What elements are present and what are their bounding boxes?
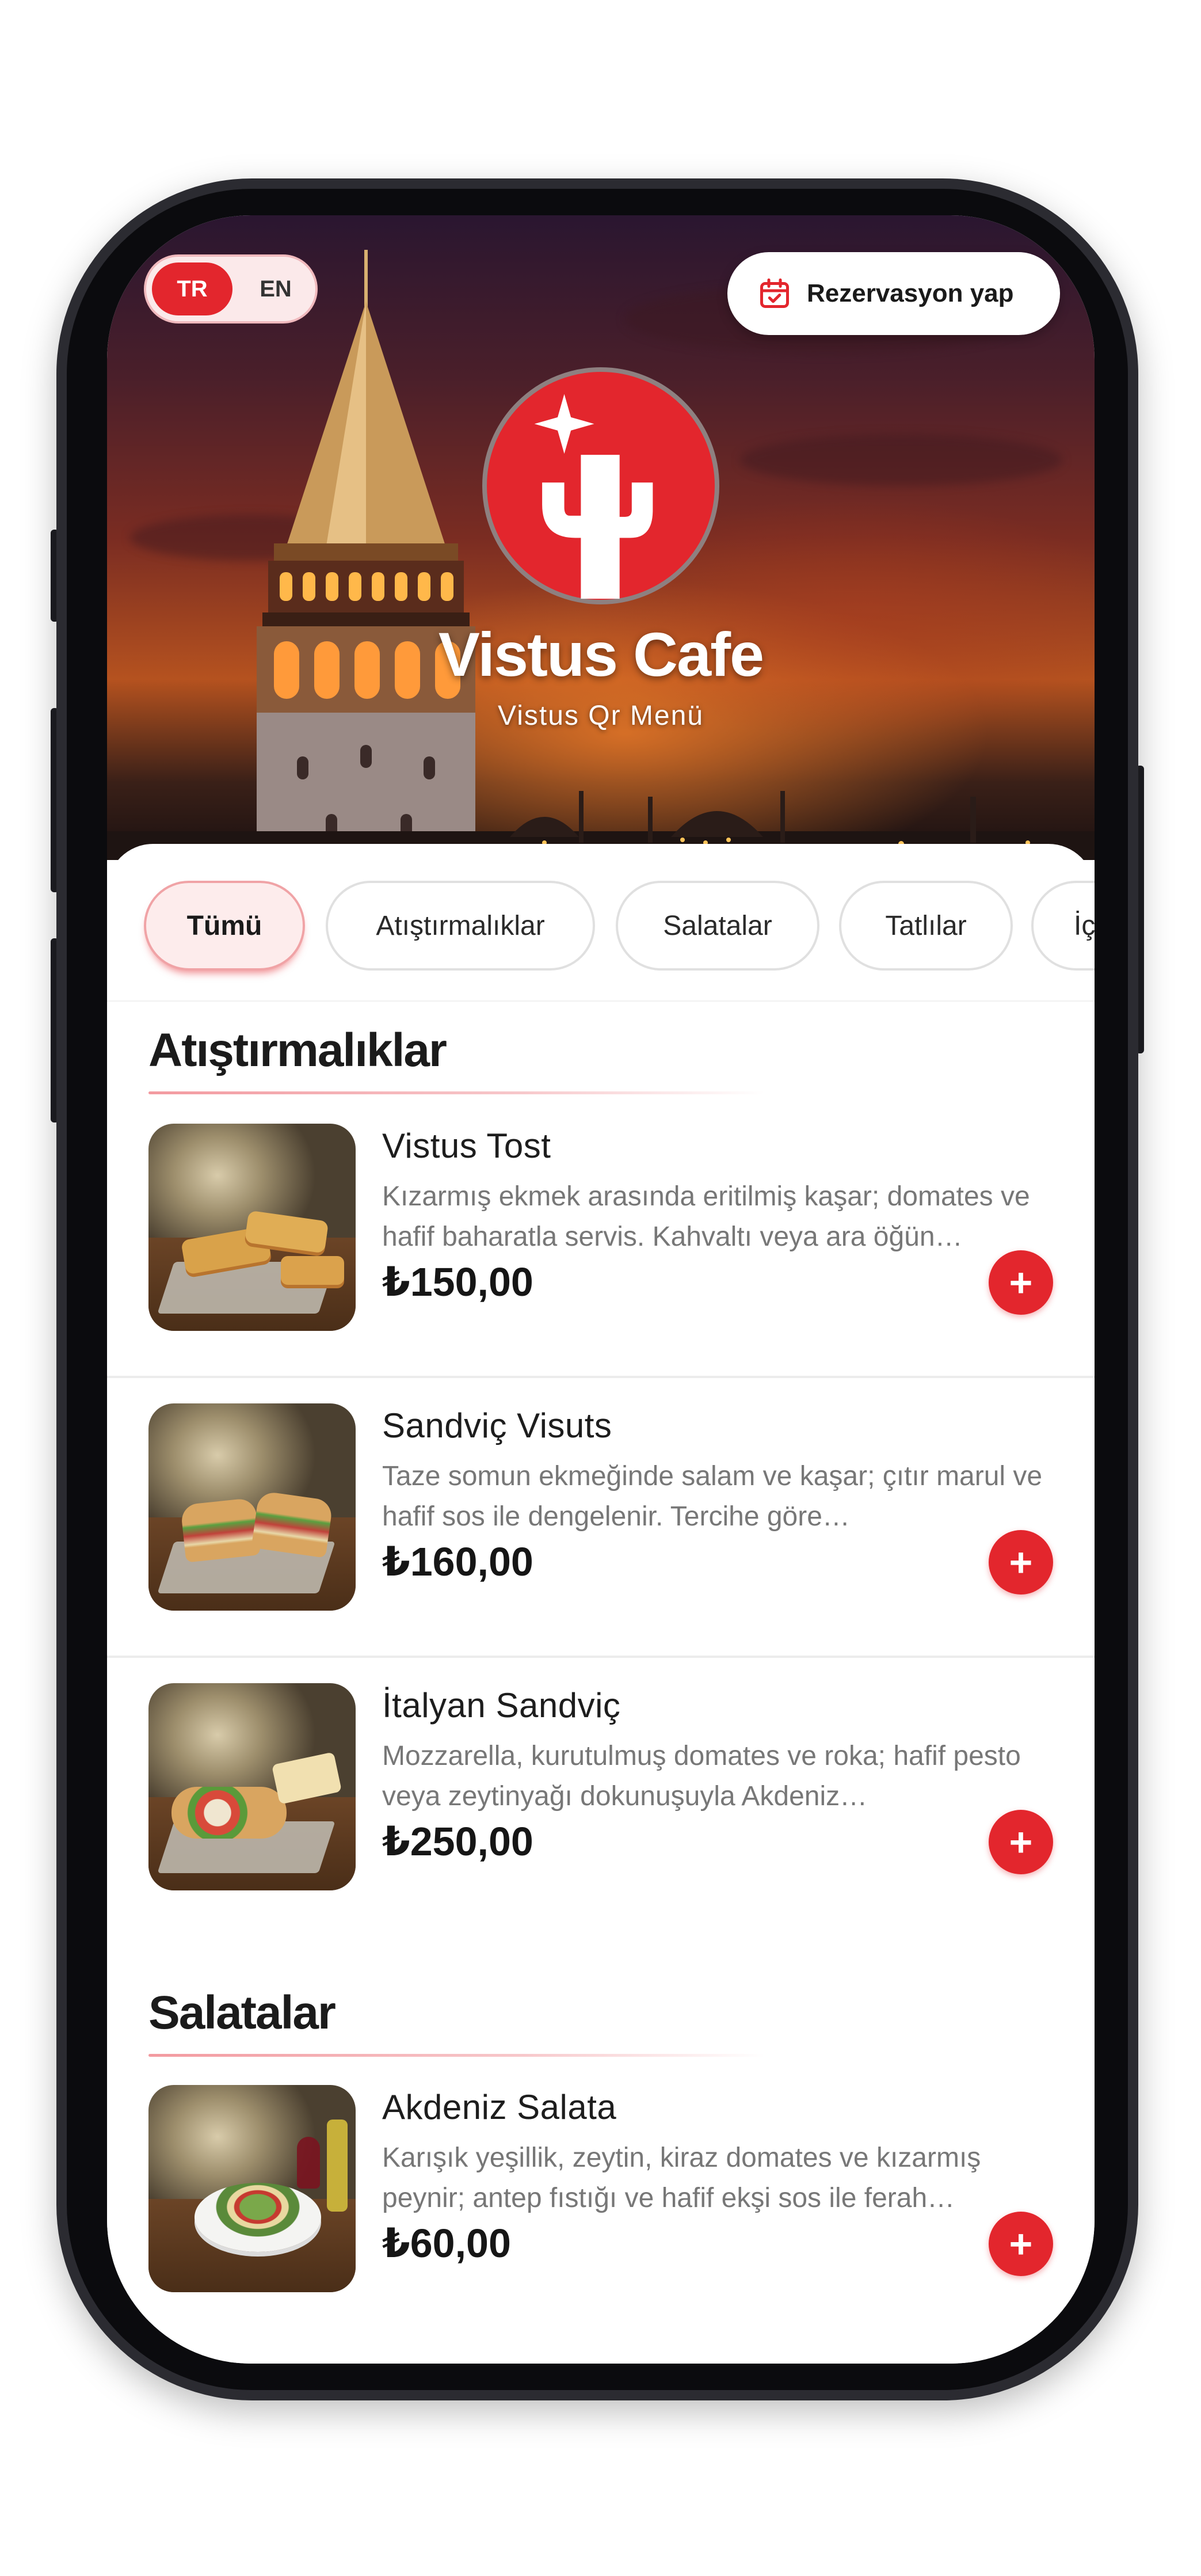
section-title-salads: Salatalar xyxy=(148,1987,336,2039)
menu-item[interactable]: Vistus Tost Kızarmış ekmek arasında erit… xyxy=(107,1098,1095,1378)
plus-icon: + xyxy=(1009,1820,1033,1865)
item-image-sandvic-visuts xyxy=(148,1403,356,1611)
language-toggle: TR EN xyxy=(144,254,318,324)
tab-all[interactable]: Tümü xyxy=(144,881,305,971)
cloud xyxy=(740,434,1062,486)
tab-drinks[interactable]: İç xyxy=(1031,881,1095,971)
item-price: ₺160,00 xyxy=(382,1539,533,1584)
add-to-cart-button[interactable]: + xyxy=(989,1810,1053,1874)
language-option-en[interactable]: EN xyxy=(238,262,313,315)
item-name: İtalyan Sandviç xyxy=(382,1686,621,1725)
item-image-italyan-sandvic xyxy=(148,1683,356,1890)
item-name: Akdeniz Salata xyxy=(382,2088,617,2126)
cafe-logo xyxy=(482,367,719,604)
menu-item[interactable]: İtalyan Sandviç Mozzarella, kurutulmuş d… xyxy=(107,1658,1095,1938)
item-image-vistus-tost xyxy=(148,1124,356,1331)
plus-icon: + xyxy=(1009,2221,1033,2266)
item-image-akdeniz-salata xyxy=(148,2085,356,2292)
plus-icon: + xyxy=(1009,1260,1033,1305)
menu-content: Tümü Atıştırmalıklar Salatalar Tatlılar … xyxy=(107,844,1095,2364)
tab-snacks[interactable]: Atıştırmalıklar xyxy=(326,881,595,971)
item-description: Karışık yeşillik, zeytin, kiraz domates … xyxy=(382,2143,981,2213)
item-description: Kızarmış ekmek arasında eritilmiş kaşar;… xyxy=(382,1181,1030,1252)
menu-item[interactable]: Akdeniz Salata Karışık yeşillik, zeytin,… xyxy=(107,2060,1095,2339)
calendar-check-icon xyxy=(760,278,789,308)
reservation-label: Rezervasyon yap xyxy=(807,279,1014,307)
app-screen: TR EN Rezervasyon yap Vistus Cafe Vistus… xyxy=(107,215,1095,2364)
item-description: Taze somun ekmeğinde salam ve kaşar; çıt… xyxy=(382,1461,1043,1532)
item-name: Sandviç Visuts xyxy=(382,1406,612,1445)
plus-icon: + xyxy=(1009,1540,1033,1585)
galata-tower-illustration xyxy=(257,250,475,860)
cafe-subtitle: Vistus Qr Menü xyxy=(498,701,704,731)
category-tabs: Tümü Atıştırmalıklar Salatalar Tatlılar … xyxy=(144,881,1095,973)
cafe-name: Vistus Cafe xyxy=(438,619,764,689)
item-name: Vistus Tost xyxy=(382,1127,551,1165)
item-description: Mozzarella, kurutulmuş domates ve roka; … xyxy=(382,1741,1021,1812)
menu-item[interactable]: Sandviç Visuts Taze somun ekmeğinde sala… xyxy=(107,1378,1095,1658)
add-to-cart-button[interactable]: + xyxy=(989,1530,1053,1595)
tab-desserts[interactable]: Tatlılar xyxy=(839,881,1013,971)
hero-banner: TR EN Rezervasyon yap Vistus Cafe Vistus… xyxy=(107,215,1095,860)
tabs-divider xyxy=(107,1000,1095,1002)
reservation-button[interactable]: Rezervasyon yap xyxy=(727,252,1060,335)
add-to-cart-button[interactable]: + xyxy=(989,1250,1053,1315)
item-price: ₺60,00 xyxy=(382,2221,511,2266)
item-price: ₺150,00 xyxy=(382,1260,533,1304)
section-underline xyxy=(148,1091,764,1094)
item-price: ₺250,00 xyxy=(382,1819,533,1864)
cactus-logo-icon xyxy=(534,394,653,599)
section-underline xyxy=(148,2054,764,2057)
add-to-cart-button[interactable]: + xyxy=(989,2212,1053,2276)
section-title-snacks: Atıştırmalıklar xyxy=(148,1024,447,1076)
language-option-tr[interactable]: TR xyxy=(152,262,232,315)
tab-salads[interactable]: Salatalar xyxy=(616,881,819,971)
